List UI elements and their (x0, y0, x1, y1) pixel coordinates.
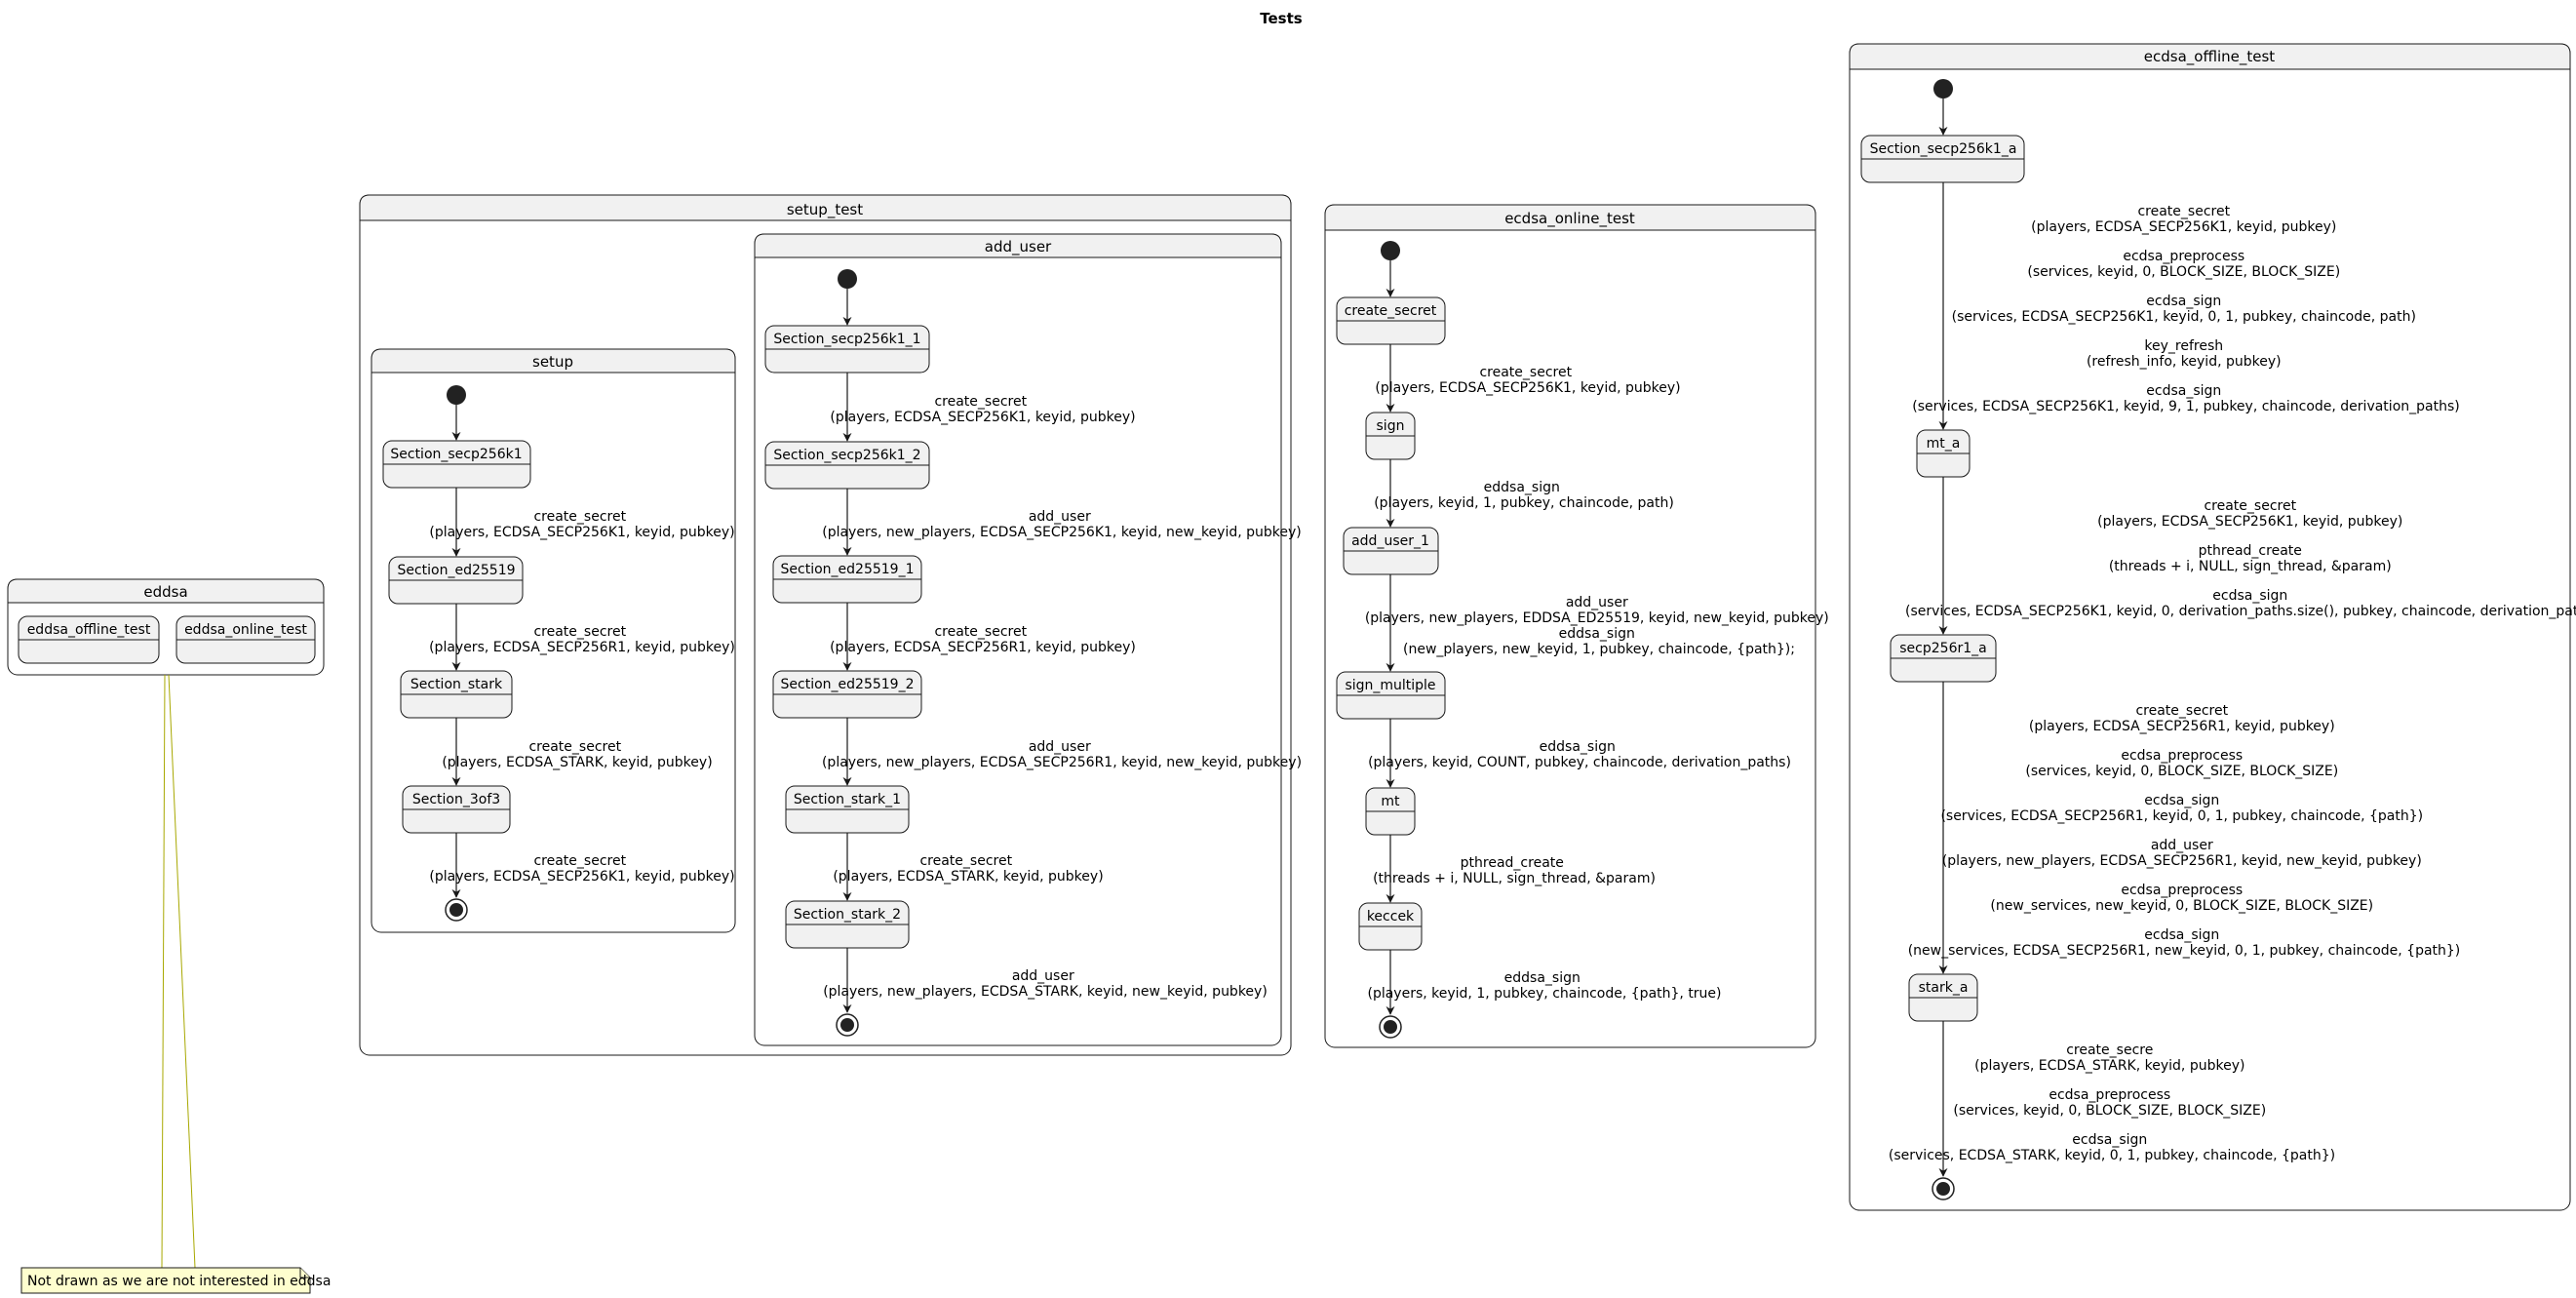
state-label: create_secret (1345, 303, 1437, 319)
state-add-user-1[interactable]: add_user_1 (1343, 527, 1439, 575)
state-label: Section_stark_1 (794, 792, 901, 807)
state-label: Section_secp256k1_2 (773, 448, 920, 463)
state-label: Section_ed25519_1 (781, 562, 915, 577)
state-sign[interactable]: sign (1365, 412, 1416, 460)
ecdsa-offline-test-title: ecdsa_offline_test (2144, 48, 2276, 66)
state-section-secp256k1-1[interactable]: Section_secp256k1_1 (764, 325, 930, 374)
state-label: add_user_1 (1351, 533, 1429, 549)
setup-container: setup Section_secp256k1 Section_ed25519 … (371, 348, 736, 933)
state-label: Section_3of3 (412, 792, 500, 807)
add-user-container: add_user Section_secp256k1_1 Section_sec… (754, 233, 1302, 1046)
state-label: stark_a (1919, 980, 1969, 996)
start-node (838, 269, 857, 289)
state-label: sign (1377, 418, 1405, 434)
state-mt[interactable]: mt (1365, 787, 1416, 836)
state-section-ed25519[interactable]: Section_ed25519 (388, 556, 524, 605)
state-stark-a[interactable]: stark_a (1908, 973, 1978, 1022)
ecdsa-offline-test-container: ecdsa_offline_test Section_secp256k1_a m… (1849, 43, 2576, 1211)
state-secp256r1-a[interactable]: secp256r1_a (1890, 634, 1997, 683)
state-section-secp256k1[interactable]: Section_secp256k1 (382, 440, 531, 489)
note-text: Not drawn as we are not interested in ed… (27, 1274, 331, 1289)
state-mt-a[interactable]: mt_a (1916, 429, 1971, 478)
state-label: eddsa_offline_test (27, 622, 151, 638)
add-user-title: add_user (985, 238, 1052, 256)
state-section-ed25519-1[interactable]: Section_ed25519_1 (772, 555, 922, 604)
state-create-secret[interactable]: create_secret (1336, 296, 1446, 345)
state-sign-multiple[interactable]: sign_multiple (1336, 671, 1446, 720)
state-label: eddsa_online_test (184, 622, 307, 638)
state-label: Section_ed25519_2 (781, 677, 915, 692)
ecdsa-online-test-container: ecdsa_online_test create_secret sign add… (1324, 204, 1829, 1048)
state-section-3of3[interactable]: Section_3of3 (402, 785, 511, 834)
state-label: Section_stark_2 (794, 907, 901, 923)
state-section-ed25519-2[interactable]: Section_ed25519_2 (772, 670, 922, 719)
end-node (1932, 1177, 1955, 1200)
state-label: mt_a (1927, 436, 1961, 452)
state-section-secp256k1-a[interactable]: Section_secp256k1_a (1860, 135, 2025, 183)
state-label: Section_ed25519 (397, 563, 515, 578)
diagram-title: Tests (1260, 10, 1303, 27)
state-label: secp256r1_a (1899, 641, 1986, 656)
end-node (445, 898, 468, 922)
start-node (1933, 79, 1953, 98)
state-eddsa-offline-test[interactable]: eddsa_offline_test (18, 615, 160, 664)
state-label: mt (1381, 794, 1400, 809)
state-label: Section_secp256k1 (390, 447, 522, 462)
state-keccek[interactable]: keccek (1358, 902, 1423, 951)
state-section-stark-1[interactable]: Section_stark_1 (785, 785, 910, 834)
state-section-secp256k1-2[interactable]: Section_secp256k1_2 (764, 441, 930, 490)
eddsa-title: eddsa (143, 583, 187, 601)
state-label: Section_secp256k1_1 (773, 332, 920, 347)
note: Not drawn as we are not interested in ed… (20, 674, 331, 1294)
setup-test-title: setup_test (787, 201, 863, 219)
state-label: keccek (1367, 909, 1415, 924)
state-section-stark[interactable]: Section_stark (400, 670, 513, 719)
state-label: sign_multiple (1345, 678, 1435, 693)
end-node (836, 1013, 859, 1037)
state-label: Section_secp256k1_a (1870, 141, 2017, 157)
start-node (1381, 241, 1400, 260)
start-node (447, 385, 466, 405)
eddsa-container: eddsa eddsa_offline_test eddsa_online_te… (7, 578, 325, 676)
ecdsa-online-test-title: ecdsa_online_test (1504, 210, 1635, 228)
state-diagram: Tests eddsa eddsa_offline_test eddsa_onl… (7, 10, 2576, 1294)
state-label: Section_stark (410, 677, 503, 692)
state-eddsa-online-test[interactable]: eddsa_online_test (176, 615, 316, 664)
end-node (1379, 1015, 1402, 1039)
setup-title: setup (532, 353, 573, 371)
setup-test-container: setup_test setup Section_secp256k1 Secti… (359, 194, 1302, 1056)
state-section-stark-2[interactable]: Section_stark_2 (785, 900, 910, 949)
